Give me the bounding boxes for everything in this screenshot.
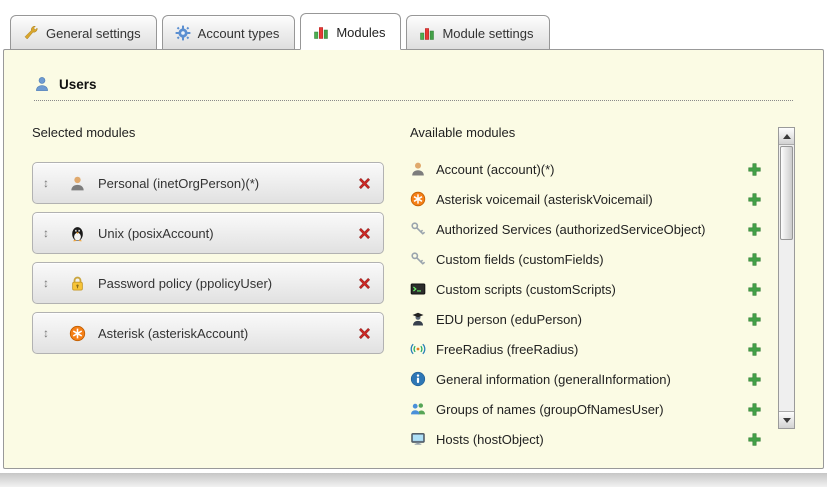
available-module-row: Authorized Services (authorizedServiceOb… <box>410 214 778 244</box>
scroll-up-button[interactable] <box>779 128 794 145</box>
module-settings-icon <box>419 25 435 41</box>
page: General settings Account types Modules M… <box>0 0 827 469</box>
add-icon[interactable] <box>747 162 762 177</box>
person-icon <box>69 175 86 192</box>
tab-label: Module settings <box>442 26 533 41</box>
tab-label: Account types <box>198 26 280 41</box>
available-module-label: Custom fields (customFields) <box>436 252 604 267</box>
add-icon[interactable] <box>747 342 762 357</box>
available-modules-heading: Available modules <box>410 125 778 140</box>
selected-module-row[interactable]: ↕ Asterisk (asteriskAccount) <box>32 312 384 354</box>
drag-handle-icon[interactable]: ↕ <box>43 177 63 189</box>
available-module-row: FreeRadius (freeRadius) <box>410 334 778 364</box>
drag-handle-icon[interactable]: ↕ <box>43 227 63 239</box>
modules-panel: Users Selected modules ↕ Personal (inetO… <box>3 49 824 469</box>
add-icon[interactable] <box>747 312 762 327</box>
add-icon[interactable] <box>747 192 762 207</box>
tab-general-settings[interactable]: General settings <box>10 15 157 50</box>
available-modules-column: Available modules Account (account)(*) <box>410 125 795 454</box>
available-module-label: Asterisk voicemail (asteriskVoicemail) <box>436 192 653 207</box>
available-module-row: General information (generalInformation) <box>410 364 778 394</box>
available-module-row: Custom fields (customFields) <box>410 244 778 274</box>
tab-modules[interactable]: Modules <box>300 13 401 50</box>
available-module-row: Groups of names (groupOfNamesUser) <box>410 394 778 424</box>
selected-modules-column: Selected modules ↕ Personal (inetOrgPers… <box>32 125 384 454</box>
available-module-label: General information (generalInformation) <box>436 372 671 387</box>
available-module-label: Hosts (hostObject) <box>436 432 544 447</box>
available-module-label: FreeRadius (freeRadius) <box>436 342 578 357</box>
available-module-row: Custom scripts (customScripts) <box>410 274 778 304</box>
tab-label: Modules <box>336 25 385 40</box>
person-icon <box>410 161 426 177</box>
asterisk-icon <box>69 325 86 342</box>
available-modules-list: Available modules Account (account)(*) <box>410 125 778 454</box>
users-section-header: Users <box>34 76 793 101</box>
selected-module-label: Personal (inetOrgPerson)(*) <box>98 176 259 191</box>
selected-module-row[interactable]: ↕ Password policy (ppolicyUser) <box>32 262 384 304</box>
selected-modules-heading: Selected modules <box>32 125 384 140</box>
keys-icon <box>410 251 426 267</box>
add-icon[interactable] <box>747 372 762 387</box>
edu-person-icon <box>410 311 426 327</box>
user-icon <box>34 76 50 92</box>
available-module-row: Asterisk voicemail (asteriskVoicemail) <box>410 184 778 214</box>
selected-module-label: Asterisk (asteriskAccount) <box>98 326 248 341</box>
available-module-label: Authorized Services (authorizedServiceOb… <box>436 222 706 237</box>
scrollbar[interactable] <box>778 127 795 429</box>
add-icon[interactable] <box>747 282 762 297</box>
scrollbar-thumb[interactable] <box>780 146 793 240</box>
group-icon <box>410 401 426 417</box>
lock-icon <box>69 275 86 292</box>
selected-module-label: Password policy (ppolicyUser) <box>98 276 272 291</box>
tab-label: General settings <box>46 26 141 41</box>
selected-module-label: Unix (posixAccount) <box>98 226 214 241</box>
selected-module-row[interactable]: ↕ Personal (inetOrgPerson)(*) <box>32 162 384 204</box>
section-title: Users <box>59 77 97 92</box>
asterisk-icon <box>410 191 426 207</box>
tab-account-types[interactable]: Account types <box>162 15 296 50</box>
add-icon[interactable] <box>747 432 762 447</box>
gear-icon <box>175 25 191 41</box>
available-module-label: Custom scripts (customScripts) <box>436 282 616 297</box>
add-icon[interactable] <box>747 252 762 267</box>
available-module-label: Account (account)(*) <box>436 162 555 177</box>
available-module-label: Groups of names (groupOfNamesUser) <box>436 402 664 417</box>
available-module-row: EDU person (eduPerson) <box>410 304 778 334</box>
tools-icon <box>23 25 39 41</box>
keys-icon <box>410 221 426 237</box>
drag-handle-icon[interactable]: ↕ <box>43 327 63 339</box>
modules-icon <box>313 24 329 40</box>
delete-icon[interactable] <box>356 175 373 192</box>
delete-icon[interactable] <box>356 225 373 242</box>
available-module-label: EDU person (eduPerson) <box>436 312 582 327</box>
tab-module-settings[interactable]: Module settings <box>406 15 549 50</box>
terminal-icon <box>410 281 426 297</box>
monitor-icon <box>410 431 426 447</box>
available-module-row: Hosts (hostObject) <box>410 424 778 454</box>
penguin-icon <box>69 225 86 242</box>
add-icon[interactable] <box>747 222 762 237</box>
delete-icon[interactable] <box>356 325 373 342</box>
available-module-row: Account (account)(*) <box>410 154 778 184</box>
bottom-shadow-band <box>0 473 827 487</box>
scroll-down-button[interactable] <box>779 411 794 428</box>
columns: Selected modules ↕ Personal (inetOrgPers… <box>30 125 797 454</box>
delete-icon[interactable] <box>356 275 373 292</box>
scrollbar-track[interactable] <box>779 145 794 411</box>
info-icon <box>410 371 426 387</box>
selected-module-row[interactable]: ↕ Unix (posixAccount) <box>32 212 384 254</box>
triangle-up-icon <box>783 134 791 139</box>
triangle-down-icon <box>783 418 791 423</box>
tab-bar: General settings Account types Modules M… <box>0 13 827 49</box>
add-icon[interactable] <box>747 402 762 417</box>
antenna-icon <box>410 341 426 357</box>
drag-handle-icon[interactable]: ↕ <box>43 277 63 289</box>
